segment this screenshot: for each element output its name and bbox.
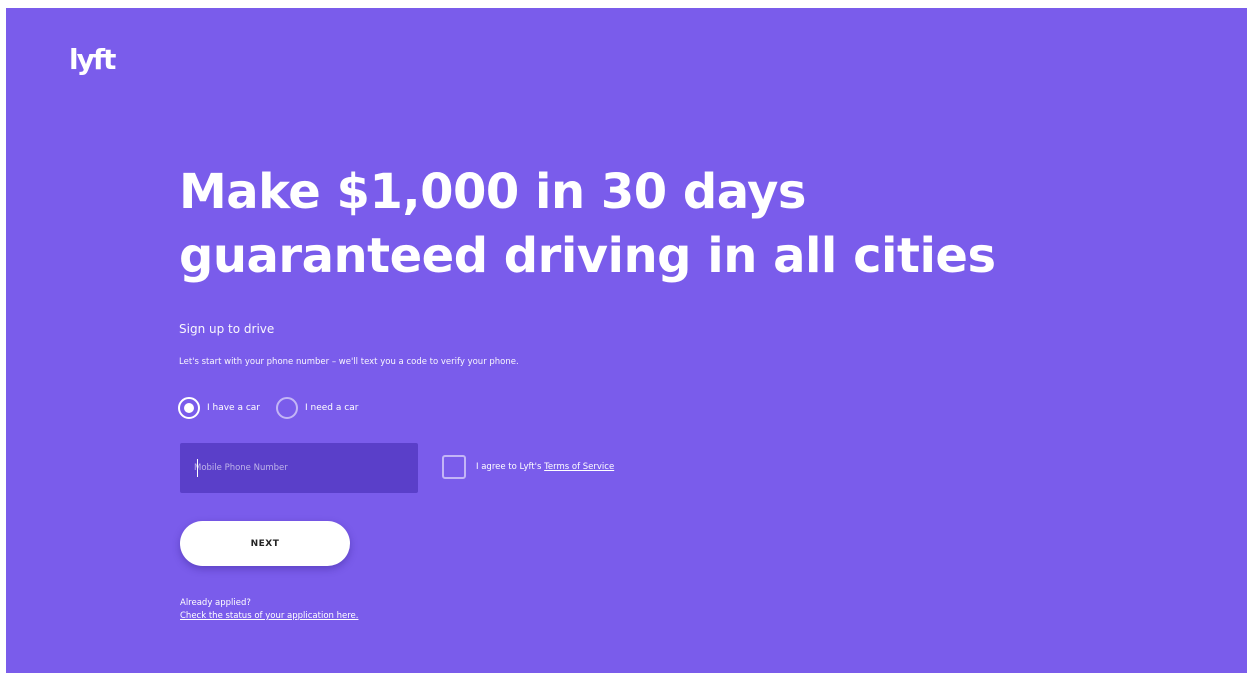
radio-have-car[interactable]: I have a car xyxy=(178,397,260,419)
next-button[interactable]: NEXT xyxy=(180,521,350,566)
signup-subtitle: Sign up to drive xyxy=(179,322,275,336)
lyft-logo-icon: lyft xyxy=(69,43,118,76)
signup-description: Let's start with your phone number – we'… xyxy=(179,357,519,367)
phone-number-input[interactable] xyxy=(180,443,418,493)
terms-text: I agree to Lyft's Terms of Service xyxy=(476,462,614,472)
radio-need-car-label: I need a car xyxy=(305,403,359,413)
car-option-group: I have a car I need a car xyxy=(178,397,368,419)
radio-have-car-control[interactable] xyxy=(178,397,200,419)
signup-page: lyft Make $1,000 in 30 days guaranteed d… xyxy=(6,8,1247,673)
headline-line-1: Make $1,000 in 30 days xyxy=(179,164,806,220)
phone-field-container xyxy=(180,443,418,493)
terms-of-service-link[interactable]: Terms of Service xyxy=(544,462,614,472)
terms-agreement: I agree to Lyft's Terms of Service xyxy=(442,455,614,479)
lyft-logo[interactable]: lyft xyxy=(69,39,131,79)
terms-checkbox[interactable] xyxy=(442,455,466,479)
radio-have-car-label: I have a car xyxy=(207,403,260,413)
application-status-link[interactable]: Check the status of your application her… xyxy=(180,610,358,623)
radio-need-car-control[interactable] xyxy=(276,397,298,419)
headline-line-2: guaranteed driving in all cities xyxy=(179,228,996,284)
page-headline: Make $1,000 in 30 days guaranteed drivin… xyxy=(179,160,996,288)
already-applied-text: Already applied? xyxy=(180,598,251,608)
svg-text:lyft: lyft xyxy=(69,43,116,76)
text-caret xyxy=(197,459,198,477)
radio-need-car[interactable]: I need a car xyxy=(276,397,358,419)
already-applied: Already applied? Check the status of you… xyxy=(180,597,358,623)
terms-prefix: I agree to Lyft's xyxy=(476,462,545,472)
